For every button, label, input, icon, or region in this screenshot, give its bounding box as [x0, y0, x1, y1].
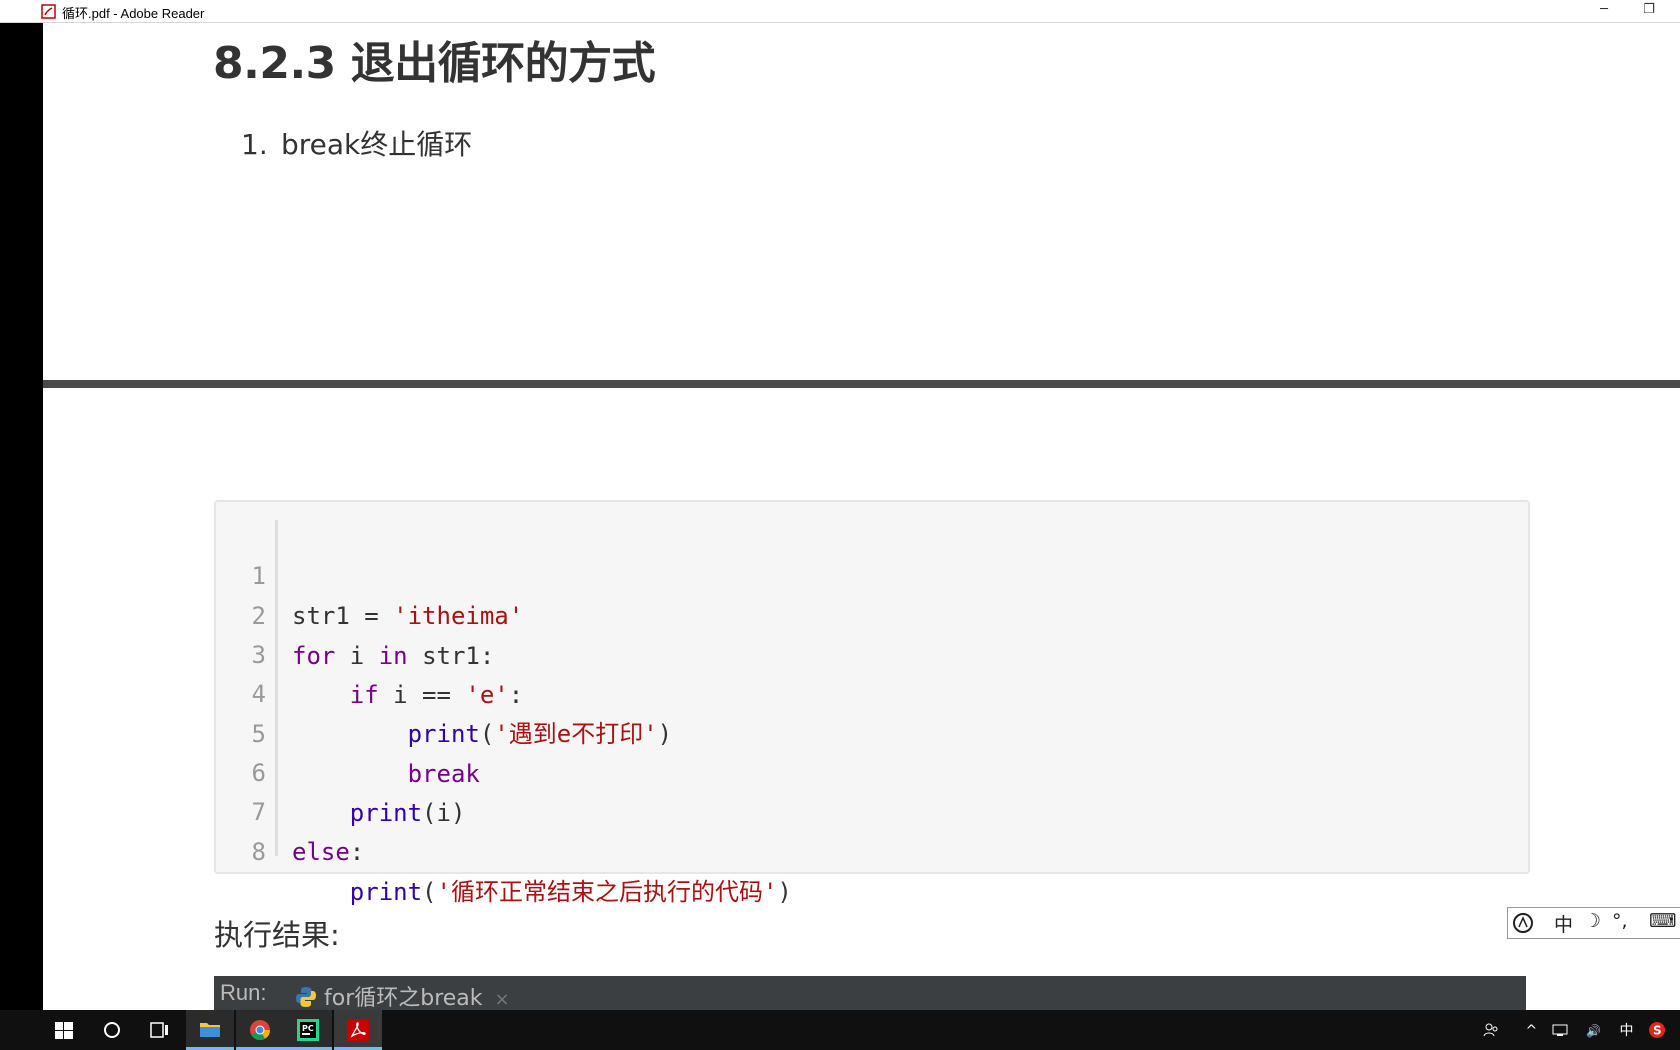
- code-line-3: 3 if i == 'e':: [216, 595, 524, 709]
- close-icon: ×: [494, 989, 510, 1010]
- adobe-reader-icon: [347, 1019, 369, 1041]
- code-keyword: break: [407, 760, 480, 788]
- half-width-icon[interactable]: ☽: [1584, 910, 1601, 932]
- title-bar: 循环.pdf - Adobe Reader ─ ❐: [0, 0, 1680, 23]
- run-panel-screenshot: Run: for循环之break ×: [214, 976, 1526, 1012]
- people-icon[interactable]: [1483, 1022, 1499, 1038]
- result-label: 执行结果:: [214, 918, 340, 952]
- task-view-icon: [150, 1022, 168, 1038]
- code-token: i ==: [378, 681, 466, 709]
- taskbar: PC ^ 🔊 中 S: [0, 1010, 1680, 1050]
- list-item: 1. break终止循环: [241, 123, 472, 163]
- code-token: :: [508, 681, 524, 709]
- code-line-8: 8 print('循环正常结束之后执行的代码'): [216, 792, 792, 906]
- run-label: Run:: [220, 980, 267, 1005]
- ime-logo-icon[interactable]: [1512, 912, 1536, 934]
- start-button[interactable]: [40, 1010, 88, 1050]
- python-icon: [296, 987, 316, 1007]
- system-tray: ^ 🔊 中 S: [1483, 1020, 1666, 1040]
- code-token: ): [657, 720, 673, 748]
- cortana-icon: [104, 1022, 120, 1038]
- keyboard-icon[interactable]: ⌨: [1649, 910, 1676, 932]
- task-view-button[interactable]: [136, 1010, 184, 1050]
- svg-text:S: S: [1653, 1024, 1662, 1038]
- code-builtin: print: [349, 878, 423, 906]
- file-explorer-button[interactable]: [186, 1010, 234, 1050]
- chrome-icon: [250, 1020, 271, 1041]
- section-title: 8.2.3 退出循环的方式: [213, 38, 656, 89]
- run-tab-label: for循环之break: [324, 986, 483, 1011]
- code-line-6: 6 print(i): [216, 713, 466, 827]
- code-line-4: 4 print('遇到e不打印'): [216, 634, 673, 748]
- code-token: i: [335, 642, 379, 670]
- code-token: (: [422, 878, 437, 906]
- ime-mode-toggle[interactable]: 中: [1554, 910, 1573, 937]
- page-separator: [43, 380, 1680, 388]
- code-token: ): [777, 878, 792, 906]
- pdf-file-icon: [41, 4, 56, 19]
- volume-icon[interactable]: 🔊: [1586, 1024, 1601, 1038]
- tray-chevron-up-icon[interactable]: ^: [1526, 1023, 1538, 1039]
- chrome-button[interactable]: [236, 1010, 284, 1050]
- code-string: 'itheima': [393, 602, 524, 630]
- pycharm-button[interactable]: PC: [284, 1010, 332, 1050]
- input-language-indicator[interactable]: 中: [1620, 1023, 1634, 1039]
- code-keyword: in: [378, 642, 408, 670]
- search-button[interactable]: [88, 1010, 136, 1050]
- code-keyword: if: [349, 681, 379, 709]
- code-token: (i): [422, 799, 466, 827]
- network-icon[interactable]: [1552, 1023, 1568, 1037]
- code-string: '遇到e不打印': [494, 720, 658, 748]
- code-token: (: [479, 720, 495, 748]
- pycharm-icon: PC: [297, 1019, 319, 1041]
- folder-icon: [200, 1023, 220, 1037]
- code-string: 'e': [465, 681, 509, 709]
- windows-icon: [55, 1022, 73, 1039]
- code-line-1: 1 str1 = 'itheima': [216, 516, 524, 630]
- code-line-7: 7 else:: [216, 752, 365, 866]
- code-builtin: print: [349, 799, 423, 827]
- code-token: str1 =: [292, 602, 394, 630]
- restore-button[interactable]: ❐: [1629, 0, 1669, 22]
- ime-toolbar[interactable]: 中 ☽ °, ⌨: [1507, 907, 1680, 939]
- run-tab: for循环之break ×: [294, 980, 510, 1012]
- code-block: 1 str1 = 'itheima' 2 for i in str1: 3 if…: [214, 500, 1530, 906]
- code-string: '循环正常结束之后执行的代码': [436, 878, 778, 906]
- window-title: 循环.pdf - Adobe Reader: [62, 6, 205, 21]
- line-number: 8: [251, 838, 266, 866]
- code-line-5: 5 break: [216, 674, 480, 788]
- pdf-page-2[interactable]: 1 str1 = 'itheima' 2 for i in str1: 3 if…: [43, 388, 1680, 1012]
- list-number: 1.: [241, 128, 268, 161]
- list-text: break终止循环: [281, 128, 473, 161]
- minimize-button[interactable]: ─: [1584, 0, 1624, 22]
- code-token: str1:: [407, 642, 495, 670]
- code-line-2: 2 for i in str1:: [216, 556, 495, 670]
- svg-text:PC: PC: [302, 1024, 314, 1033]
- adobe-reader-button[interactable]: [334, 1010, 382, 1050]
- code-token: :: [349, 838, 365, 866]
- pdf-page-1[interactable]: 8.2.3 退出循环的方式 1. break终止循环: [43, 23, 1680, 380]
- punctuation-icon[interactable]: °,: [1612, 910, 1628, 932]
- code-builtin: print: [407, 720, 480, 748]
- sogou-ime-icon[interactable]: S: [1648, 1021, 1666, 1039]
